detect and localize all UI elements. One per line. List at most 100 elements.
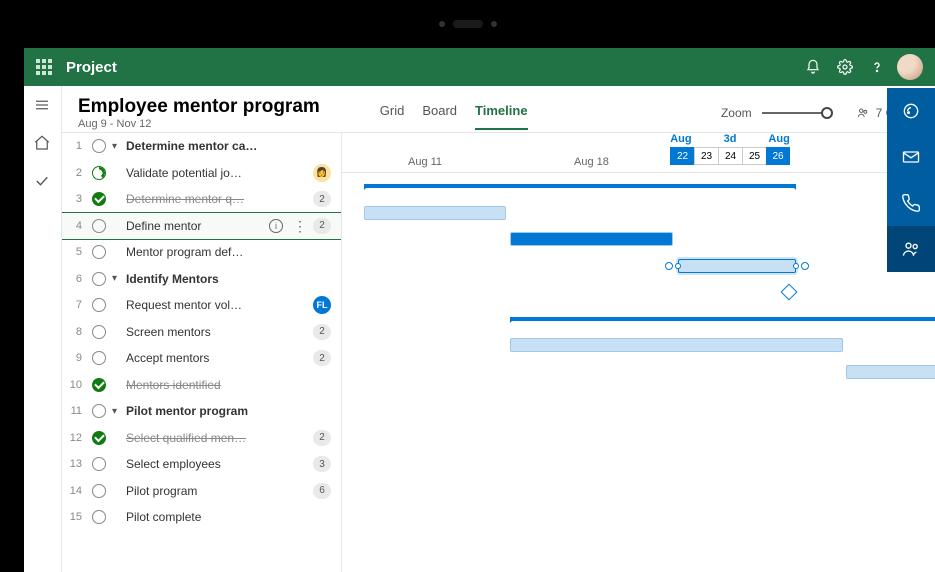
gantt-chart[interactable]: Aug 11 Aug 18 Sep 1 Aug 3d Aug 222324252…	[342, 133, 935, 572]
help-icon[interactable]	[861, 48, 893, 86]
mail-icon[interactable]	[887, 134, 935, 180]
task-row[interactable]: 15Pilot complete	[62, 504, 341, 531]
task-row[interactable]: 8Screen mentors2	[62, 319, 341, 346]
task-status-icon[interactable]	[86, 325, 112, 339]
task-row[interactable]: 3Determine mentor q…2	[62, 186, 341, 213]
more-icon[interactable]: ⋮	[287, 219, 313, 233]
settings-icon[interactable]	[829, 48, 861, 86]
menu-icon[interactable]	[33, 96, 53, 116]
task-name[interactable]: Determine mentor ca…	[126, 139, 331, 153]
home-icon[interactable]	[33, 134, 53, 154]
chevron-down-icon[interactable]: ▾	[112, 141, 126, 152]
task-row[interactable]: 14Pilot program6	[62, 478, 341, 505]
phone-icon[interactable]	[887, 180, 935, 226]
resize-handle-icon[interactable]	[793, 263, 799, 269]
task-status-icon[interactable]	[86, 484, 112, 498]
left-rail	[24, 86, 62, 572]
task-number: 12	[62, 432, 86, 444]
date-cell[interactable]: 26	[766, 147, 790, 165]
task-row[interactable]: 7 Request mentor vol…FL	[62, 292, 341, 319]
task-name[interactable]: Pilot program	[126, 484, 313, 498]
notifications-icon[interactable]	[797, 48, 829, 86]
task-name[interactable]: Determine mentor q…	[126, 192, 313, 206]
task-number: 13	[62, 458, 86, 470]
task-name[interactable]: Pilot mentor program	[126, 404, 331, 418]
task-name[interactable]: Pilot complete	[126, 510, 331, 524]
zoom-slider[interactable]: Zoom	[721, 106, 832, 120]
tab-timeline[interactable]: Timeline	[475, 97, 528, 130]
chevron-down-icon[interactable]: ▾	[112, 273, 126, 284]
summary-bar[interactable]	[510, 317, 935, 321]
task-row[interactable]: 5Mentor program def…	[62, 239, 341, 266]
task-status-icon[interactable]	[86, 272, 112, 286]
task-bar[interactable]	[678, 259, 796, 273]
task-status-icon[interactable]	[86, 404, 112, 418]
app-launcher-icon[interactable]	[36, 59, 52, 75]
task-status-icon[interactable]	[86, 431, 112, 445]
task-row[interactable]: 6▾Identify Mentors	[62, 266, 341, 293]
date-cell[interactable]: 23	[694, 147, 718, 165]
date-cell[interactable]: 24	[718, 147, 742, 165]
date-range-highlight[interactable]: Aug 3d Aug 2223242526	[670, 133, 790, 165]
info-icon[interactable]: i	[269, 219, 283, 233]
task-status-icon[interactable]	[86, 510, 112, 524]
task-bar[interactable]	[510, 338, 843, 352]
gantt-row	[342, 412, 935, 439]
gantt-row	[342, 226, 935, 253]
count-badge: 2	[313, 324, 331, 340]
user-avatar[interactable]	[897, 54, 923, 80]
task-row[interactable]: 12Select qualified men…2	[62, 425, 341, 452]
task-name[interactable]: Define mentor	[126, 219, 265, 233]
headset-icon[interactable]	[887, 88, 935, 134]
task-status-icon[interactable]	[86, 245, 112, 259]
check-icon[interactable]	[33, 172, 53, 192]
milestone-marker[interactable]	[781, 284, 798, 301]
tab-board[interactable]: Board	[422, 97, 457, 130]
link-handle-icon[interactable]	[665, 262, 673, 270]
task-status-icon[interactable]	[86, 298, 112, 312]
summary-bar[interactable]	[364, 184, 796, 188]
link-handle-icon[interactable]	[801, 262, 809, 270]
task-name[interactable]: Select qualified men…	[126, 431, 313, 445]
toolbar: Employee mentor program Aug 9 - Nov 12 G…	[62, 86, 935, 132]
task-name[interactable]: Select employees	[126, 457, 313, 471]
task-bar[interactable]	[510, 232, 673, 246]
zoom-label: Zoom	[721, 106, 752, 120]
task-status-icon[interactable]	[86, 378, 112, 392]
task-name[interactable]: Accept mentors	[126, 351, 313, 365]
task-status-icon[interactable]	[86, 192, 112, 206]
tab-grid[interactable]: Grid	[380, 97, 405, 130]
task-row[interactable]: 10Mentors identified	[62, 372, 341, 399]
task-status-icon[interactable]	[86, 219, 112, 233]
date-cell[interactable]: 25	[742, 147, 766, 165]
task-name[interactable]: Mentor program def…	[126, 245, 331, 259]
task-status-icon[interactable]	[86, 166, 112, 180]
chevron-down-icon[interactable]: ▾	[112, 406, 126, 417]
task-status-icon[interactable]	[86, 457, 112, 471]
task-row[interactable]: 13Select employees3	[62, 451, 341, 478]
date-cell[interactable]: 22	[670, 147, 694, 165]
gantt-row	[342, 200, 935, 227]
task-number: 7	[62, 299, 86, 311]
task-name[interactable]: Validate potential jo…	[126, 166, 313, 180]
assignee-avatar[interactable]: FL	[313, 296, 331, 314]
task-row[interactable]: 9Accept mentors2	[62, 345, 341, 372]
task-name[interactable]: Request mentor vol…	[126, 298, 313, 312]
task-row[interactable]: 1▾Determine mentor ca…	[62, 133, 341, 160]
titlebar: Project	[24, 48, 935, 86]
task-name[interactable]: Mentors identified	[126, 378, 331, 392]
task-row[interactable]: 4Define mentori⋮2	[62, 213, 341, 240]
task-row[interactable]: 2Validate potential jo…👩	[62, 160, 341, 187]
resize-handle-icon[interactable]	[675, 263, 681, 269]
task-name[interactable]: Identify Mentors	[126, 272, 331, 286]
people-icon[interactable]	[887, 226, 935, 272]
task-status-icon[interactable]	[86, 139, 112, 153]
task-name[interactable]: Screen mentors	[126, 325, 313, 339]
project-dates: Aug 9 - Nov 12	[78, 118, 320, 130]
task-bar[interactable]	[846, 365, 935, 379]
assignee-avatar[interactable]: 👩	[313, 164, 331, 182]
task-status-icon[interactable]	[86, 351, 112, 365]
task-bar[interactable]	[364, 206, 506, 220]
gantt-row	[342, 465, 935, 492]
task-row[interactable]: 11▾Pilot mentor program	[62, 398, 341, 425]
